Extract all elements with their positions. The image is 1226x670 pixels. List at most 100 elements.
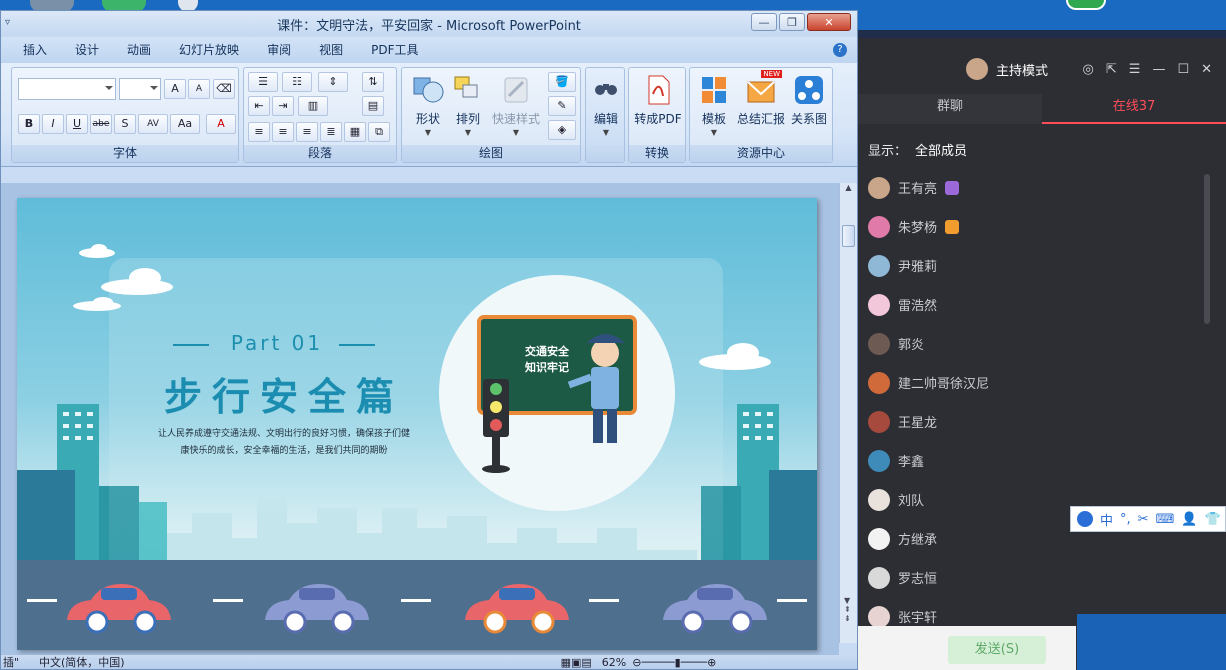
effects-icon[interactable]: ◈ — [548, 120, 576, 140]
member-row[interactable]: 王星龙 — [868, 402, 1198, 441]
char-spacing-button[interactable]: AV — [138, 114, 168, 134]
font-size-combo[interactable] — [119, 78, 161, 100]
tab-pdf-tools[interactable]: PDF工具 — [357, 37, 432, 63]
chat-panel: 主持模式 ◎ ⇱ ☰ — ☐ ✕ 群聊 在线37 显示： 全部成员 王有亮 朱梦杨尹… — [858, 38, 1226, 670]
chevron-down-icon: ▼ — [512, 128, 520, 137]
ime-user-icon[interactable]: 👤 — [1181, 512, 1197, 527]
font-name-combo[interactable] — [18, 78, 116, 100]
ime-skin-icon[interactable]: 👕 — [1205, 512, 1221, 527]
tab-insert[interactable]: 插入 — [9, 37, 61, 63]
numbering-icon[interactable]: ☷ — [282, 72, 312, 92]
italic-button[interactable]: I — [42, 114, 64, 134]
scroll-down-icon[interactable]: ▼ ⇞ ⇟ — [844, 596, 851, 623]
desktop-badge-icon[interactable] — [1066, 0, 1106, 10]
quick-access-dropdown-icon[interactable]: ▿ — [5, 17, 10, 28]
underline-button[interactable]: U — [66, 114, 88, 134]
tab-animation[interactable]: 动画 — [113, 37, 165, 63]
member-row[interactable]: 王有亮 — [868, 168, 1198, 207]
help-icon[interactable]: ? — [833, 43, 847, 57]
strikethrough-button[interactable]: abe — [90, 114, 112, 134]
tab-slideshow[interactable]: 幻灯片放映 — [165, 37, 253, 63]
member-row[interactable]: 朱梦杨 — [868, 207, 1198, 246]
justify-icon[interactable]: ≣ — [320, 122, 342, 142]
popout-icon[interactable]: ⇱ — [1106, 62, 1117, 77]
scrollbar-thumb[interactable] — [842, 225, 855, 247]
quick-style-label: 快速样式 — [491, 112, 540, 126]
smartart-icon[interactable]: ⧉ — [368, 122, 390, 142]
template-button[interactable]: 模板 ▼ — [694, 74, 734, 137]
tab-group-chat[interactable]: 群聊 — [858, 94, 1042, 124]
send-button[interactable]: 发送(S) — [948, 636, 1046, 664]
vertical-scrollbar[interactable]: ▲ ▼ ⇞ ⇟ — [839, 183, 857, 643]
fill-icon[interactable]: 🪣 — [548, 72, 576, 92]
align-text-icon[interactable]: ▤ — [362, 96, 384, 116]
text-direction-icon[interactable]: ⇅ — [362, 72, 384, 92]
restore-button[interactable]: ❐ — [779, 13, 805, 31]
slide-canvas[interactable]: Part 01 步行安全篇 让人民养成遵守交通法规、文明出行的良好习惯，确保孩子… — [17, 198, 817, 650]
close-button[interactable]: ✕ — [807, 13, 851, 31]
shadow-button[interactable]: S — [114, 114, 136, 134]
shrink-font-button[interactable]: A — [188, 79, 210, 99]
maximize-icon[interactable]: ☐ — [1177, 62, 1189, 77]
member-row[interactable]: 罗志恒 — [868, 558, 1198, 597]
tab-design[interactable]: 设计 — [61, 37, 113, 63]
font-color-button[interactable]: A — [206, 114, 236, 134]
ime-logo-icon[interactable] — [1077, 511, 1093, 527]
bullets-icon[interactable]: ☰ — [248, 72, 278, 92]
relation-button[interactable]: 关系图 — [788, 74, 830, 127]
minimize-button[interactable]: — — [751, 13, 777, 31]
ime-punctuation-icon[interactable]: °, — [1120, 512, 1131, 527]
template-icon — [697, 74, 731, 106]
avatar — [868, 566, 890, 589]
menu-icon[interactable]: ☰ — [1129, 62, 1141, 77]
zoom-slider[interactable]: ⊖─────▮────⊕ — [632, 656, 716, 669]
zoom-level[interactable]: 62% — [602, 656, 626, 669]
member-list-scrollbar[interactable] — [1204, 174, 1210, 324]
quick-style-button[interactable]: 快速样式 ▼ — [488, 74, 544, 137]
member-row[interactable]: 尹雅莉 — [868, 246, 1198, 285]
tab-online[interactable]: 在线37 — [1042, 94, 1226, 124]
tab-view[interactable]: 视图 — [305, 37, 357, 63]
outline-icon[interactable]: ✎ — [548, 96, 576, 116]
scroll-up-icon[interactable]: ▲ — [840, 183, 857, 192]
settings-icon[interactable]: ◎ — [1083, 62, 1094, 77]
change-case-button[interactable]: Aa — [170, 114, 200, 134]
grow-font-button[interactable]: A — [164, 79, 186, 99]
bold-button[interactable]: B — [18, 114, 40, 134]
increase-indent-icon[interactable]: ⇥ — [272, 96, 294, 116]
to-pdf-button[interactable]: 转成PDF — [631, 74, 685, 127]
align-right-icon[interactable]: ≡ — [296, 122, 318, 142]
edit-button[interactable]: 编辑 ▼ — [588, 74, 624, 137]
ime-toolbar: 中 °, ✂ ⌨ 👤 👕 — [1070, 506, 1226, 532]
line-spacing-icon[interactable]: ⇕ — [318, 72, 348, 92]
distribute-icon[interactable]: ▦ — [344, 122, 366, 142]
car-red — [67, 584, 171, 634]
summary-button[interactable]: NEW 总结汇报 — [736, 70, 786, 127]
member-filter[interactable]: 显示： 全部成员 — [868, 140, 967, 159]
member-row[interactable]: 雷浩然 — [868, 285, 1198, 324]
member-row[interactable]: 郭炎 — [868, 324, 1198, 363]
ime-scissors-icon[interactable]: ✂ — [1138, 512, 1149, 527]
status-language[interactable]: 中文(简体，中国) — [39, 654, 125, 669]
view-buttons-icon[interactable]: ▦▣▤ — [561, 656, 592, 669]
arrange-button[interactable]: 排列 ▼ — [448, 74, 488, 137]
align-center-icon[interactable]: ≡ — [272, 122, 294, 142]
align-left-icon[interactable]: ≡ — [248, 122, 270, 142]
host-mode[interactable]: 主持模式 — [966, 58, 1048, 80]
template-label: 模板 — [701, 112, 726, 126]
ime-keyboard-icon[interactable]: ⌨ — [1156, 512, 1175, 527]
member-row[interactable]: 李鑫 — [868, 441, 1198, 480]
quick-style-icon — [499, 74, 533, 106]
ime-chinese-toggle[interactable]: 中 — [1100, 510, 1113, 529]
shape-button[interactable]: 形状 ▼ — [408, 74, 448, 137]
close-icon[interactable]: ✕ — [1201, 62, 1212, 77]
member-row[interactable]: 建二帅哥徐汉尼 — [868, 363, 1198, 402]
decrease-indent-icon[interactable]: ⇤ — [248, 96, 270, 116]
slide-workspace[interactable]: Part 01 步行安全篇 让人民养成遵守交通法规、文明出行的良好习惯，确保孩子… — [1, 183, 839, 657]
minimize-icon[interactable]: — — [1152, 62, 1165, 77]
tab-review[interactable]: 审阅 — [253, 37, 305, 63]
chat-topbar — [858, 30, 1226, 38]
clear-format-icon[interactable]: ⌫ — [213, 79, 235, 99]
columns-icon[interactable]: ▥ — [298, 96, 328, 116]
member-name: 王星龙 — [898, 416, 938, 431]
